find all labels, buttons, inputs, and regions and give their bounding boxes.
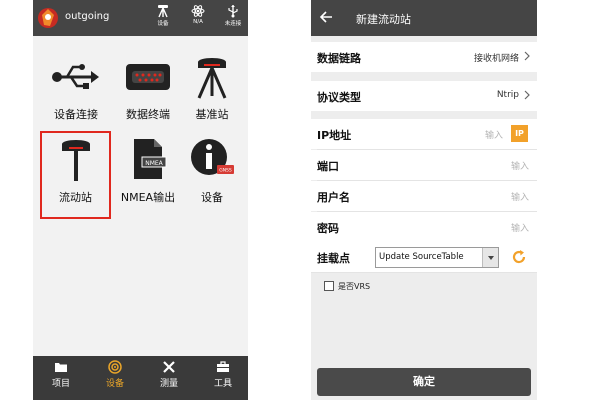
app-header: outgoing 设备 N/A 未连接 [33, 0, 248, 36]
nav-tools[interactable]: 工具 [203, 360, 243, 389]
base-station-icon [197, 58, 227, 99]
serial-port-icon [126, 64, 170, 90]
data-link-row[interactable]: 数据链路 接收机网络 [311, 42, 537, 72]
tile-device-connect[interactable]: 设备连接 [40, 50, 112, 130]
app-logo-icon [38, 8, 58, 28]
tripod-icon [158, 5, 168, 18]
connection-status[interactable]: 未连接 [219, 4, 247, 27]
nav-project[interactable]: 项目 [41, 360, 81, 389]
vrs-label: 是否VRS [338, 282, 371, 291]
toolbox-icon [217, 361, 229, 372]
back-arrow-icon[interactable] [319, 10, 333, 24]
device-badge: GNSS [219, 168, 232, 174]
nmea-file-icon: NMEA [134, 139, 167, 179]
tile-nmea-output[interactable]: NMEA NMEA输出 [112, 133, 184, 213]
rover-header: 新建流动站 [311, 0, 537, 36]
device-status[interactable]: 设备 [149, 4, 177, 27]
data-link-value: 接收机网络 [473, 54, 519, 64]
username-input[interactable]: 输入 [511, 190, 529, 203]
chevron-right-icon [524, 90, 530, 100]
dropdown-arrow-icon [488, 256, 494, 260]
refresh-icon[interactable] [511, 249, 527, 265]
page-title: 新建流动站 [356, 13, 411, 26]
chevron-right-icon [524, 51, 530, 61]
project-name: outgoing [65, 11, 110, 22]
usb-icon [228, 5, 238, 18]
mount-point-select[interactable]: Update SourceTable [375, 247, 499, 268]
satellite-status[interactable]: N/A [184, 4, 212, 25]
main-screen: outgoing 设备 N/A 未连接 设备连接 数据终端 基准站 流动站 NM… [33, 0, 248, 400]
device-icon [108, 360, 122, 374]
tile-device-info[interactable]: GNSS 设备 [176, 133, 248, 213]
protocol-value: Ntrip [496, 90, 519, 100]
ip-row[interactable]: IP地址 输入 IP [311, 119, 537, 149]
ip-input[interactable]: 输入 [485, 128, 503, 141]
tile-base-station[interactable]: 基准站 [176, 50, 248, 130]
confirm-button[interactable]: 确定 [317, 368, 531, 396]
usb-icon [52, 64, 99, 89]
username-row[interactable]: 用户名 输入 [311, 181, 537, 211]
port-row[interactable]: 端口 输入 [311, 150, 537, 180]
rover-icon [61, 140, 90, 181]
password-row[interactable]: 密码 输入 [311, 212, 537, 242]
nav-device[interactable]: 设备 [95, 360, 135, 389]
device-info-icon: GNSS [191, 139, 234, 175]
measure-icon [163, 361, 175, 373]
vrs-checkbox[interactable] [324, 281, 334, 291]
folder-icon [55, 363, 67, 372]
mount-point-row: 挂载点 Update SourceTable [311, 242, 537, 272]
nmea-badge: NMEA [145, 160, 163, 167]
atom-icon [191, 5, 205, 17]
bottom-nav: 项目 设备 测量 工具 [33, 356, 248, 400]
password-input[interactable]: 输入 [511, 221, 529, 234]
ip-picker-button[interactable]: IP [511, 125, 528, 142]
tile-rover[interactable]: 流动站 [40, 131, 111, 219]
port-input[interactable]: 输入 [511, 159, 529, 172]
tile-data-terminal[interactable]: 数据终端 [112, 50, 184, 130]
new-rover-screen: 新建流动站 数据链路 接收机网络 协议类型 Ntrip IP地址 输入 IP 端… [311, 0, 537, 400]
nav-measure[interactable]: 测量 [149, 360, 189, 389]
protocol-row[interactable]: 协议类型 Ntrip [311, 81, 537, 111]
divider [311, 272, 537, 273]
